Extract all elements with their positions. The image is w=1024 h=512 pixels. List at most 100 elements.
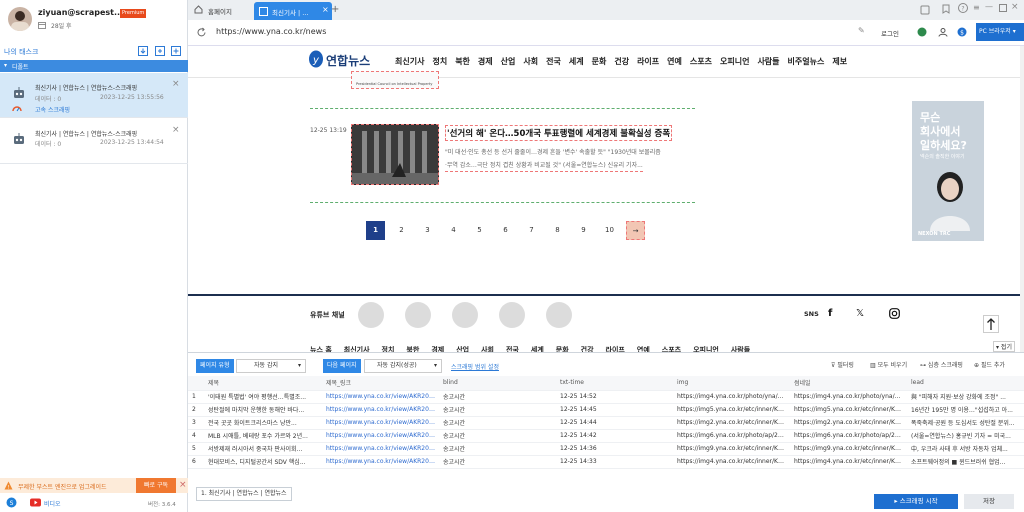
nav-item[interactable]: 사회 <box>523 56 538 67</box>
page-link[interactable]: 4 <box>444 221 463 240</box>
add-task-icon[interactable] <box>171 46 181 56</box>
page-link[interactable]: 5 <box>470 221 489 240</box>
youtube-channel-icon[interactable] <box>405 302 431 328</box>
result-tab[interactable]: 1. 최신기사 | 연합뉴스 | 연합뉴스 <box>196 487 292 501</box>
nav-item[interactable]: 세계 <box>569 56 584 67</box>
footer-nav-item[interactable]: 세계 <box>531 345 544 352</box>
yna-logo-icon[interactable]: y <box>308 50 324 68</box>
nav-item[interactable]: 문화 <box>592 56 607 67</box>
close-icon[interactable]: × <box>172 125 180 135</box>
nav-item[interactable]: 산업 <box>501 56 516 67</box>
table-row[interactable]: 3 전국 곳곳 화이트크리스마스 낭만... https://www.yna.co.… <box>188 416 1024 430</box>
nav-item[interactable]: 사람들 <box>757 56 779 67</box>
scrape-range-link[interactable]: 스크래핑 범위 설정 <box>451 362 499 371</box>
refresh-icon[interactable] <box>196 27 207 38</box>
new-tab-icon[interactable]: + <box>331 4 339 15</box>
footer-nav-item[interactable]: 북한 <box>406 345 419 352</box>
nav-item[interactable]: 최신기사 <box>395 56 424 67</box>
footer-nav-item[interactable]: 라이프 <box>606 345 625 352</box>
clear-all-button[interactable]: ▥ 모두 비우기 <box>870 360 907 369</box>
youtube-channel-icon[interactable] <box>499 302 525 328</box>
pc-browser-select[interactable]: PC 브라우저 ▾ <box>976 23 1024 41</box>
table-row[interactable]: 1 '이태원 특별법' 여야 평행선…특별조... https://www.yna.… <box>188 390 1024 404</box>
footer-nav-item[interactable]: 경제 <box>431 345 444 352</box>
nav-item[interactable]: 연예 <box>667 56 682 67</box>
window-close-icon[interactable]: × <box>1011 2 1019 12</box>
tablet-icon[interactable] <box>919 4 931 16</box>
bookmark-icon[interactable] <box>941 4 951 14</box>
footer-nav-item[interactable]: 전국 <box>506 345 519 352</box>
task-item[interactable]: 최신기사 | 연합뉴스 | 연합뉴스-스크래핑 데이터 : 0 2023-12-… <box>0 73 188 118</box>
page-link[interactable]: 3 <box>418 221 437 240</box>
column-header[interactable]: 제목_링크 <box>322 376 439 391</box>
footer-nav-item[interactable]: 연예 <box>637 345 650 352</box>
table-row[interactable]: 4 MLB 시애틀, 베테랑 포수 가르와 2년... https://www.yn… <box>188 429 1024 443</box>
page-type-select[interactable]: 자동 감지 ▾ <box>236 359 306 373</box>
avatar[interactable] <box>8 7 32 31</box>
edit-icon[interactable]: ✎ <box>858 26 865 35</box>
footer-nav-item[interactable]: 문화 <box>556 345 569 352</box>
close-icon[interactable]: × <box>172 79 180 89</box>
nav-item[interactable]: 건강 <box>614 56 629 67</box>
footer-nav-item[interactable]: 사회 <box>481 345 494 352</box>
instagram-icon[interactable] <box>889 308 900 319</box>
login-button[interactable]: 로그인 <box>881 28 899 38</box>
nav-item[interactable]: 정치 <box>432 56 447 67</box>
nav-item[interactable]: 제보 <box>832 56 847 67</box>
page-scrollbar[interactable] <box>1020 46 1024 352</box>
page-link[interactable]: 7 <box>522 221 541 240</box>
x-twitter-icon[interactable]: 𝕏 <box>856 308 864 319</box>
group-header[interactable]: ▾ 디폴트 <box>0 60 188 72</box>
task-item[interactable]: 최신기사 | 연합뉴스 | 연합뉴스-스크래핑 데이터 : 0 2023-12-… <box>0 119 188 164</box>
deep-scrape-button[interactable]: ⊶ 심층 스크래핑 <box>920 360 963 369</box>
column-header[interactable]: blind <box>439 376 556 391</box>
menu-icon[interactable]: ≡ <box>973 3 980 12</box>
video-link[interactable]: 비디오 <box>44 499 61 508</box>
close-icon[interactable]: × <box>179 480 187 490</box>
column-header[interactable]: lead <box>907 376 1024 391</box>
youtube-channel-icon[interactable] <box>452 302 478 328</box>
column-header[interactable]: txt-time <box>556 376 673 391</box>
page-link[interactable]: 2 <box>392 221 411 240</box>
subscribe-button[interactable]: 빠로 구독 <box>136 478 176 493</box>
nav-item[interactable]: 전국 <box>546 56 561 67</box>
next-page-select[interactable]: 자동 감지(성공) ▾ <box>364 359 442 373</box>
site-logo[interactable]: 연합뉴스 <box>326 52 370 69</box>
nav-item[interactable]: 오피니언 <box>720 56 749 67</box>
skype-icon[interactable]: S <box>6 497 17 508</box>
nav-item[interactable]: 경제 <box>478 56 493 67</box>
nav-item[interactable]: 북한 <box>455 56 470 67</box>
help-icon[interactable]: ? <box>958 3 968 13</box>
prev-article-image[interactable]: Presidential Council on Intellectual Pro… <box>351 71 439 89</box>
user-icon[interactable] <box>938 27 948 37</box>
tab-active[interactable]: 최신기사 | ... × <box>254 2 332 20</box>
save-button[interactable]: 저장 <box>964 494 1014 509</box>
page-link[interactable]: 1 <box>366 221 385 240</box>
tab-home[interactable]: 홈페이지 <box>194 3 256 17</box>
maximize-icon[interactable] <box>999 4 1007 12</box>
column-header[interactable]: 제목 <box>204 376 322 391</box>
page-link[interactable]: 9 <box>574 221 593 240</box>
footer-nav-item[interactable]: 건강 <box>581 345 594 352</box>
new-folder-icon[interactable] <box>155 46 165 56</box>
url-input[interactable]: https://www.yna.co.kr/news <box>216 27 326 36</box>
collapse-button[interactable]: ▾ 접기 <box>993 341 1015 352</box>
table-row[interactable]: 5 서방제재 러시아서 중국차 판사이회... https://www.yna.co… <box>188 442 1024 456</box>
upgrade-banner[interactable]: ! 무제한 부스트 엔진으로 업그레이드 빠로 구독 × <box>0 478 188 493</box>
filter-button[interactable]: ⊽ 필터링 <box>831 360 854 369</box>
download-icon[interactable] <box>138 46 148 56</box>
nav-item[interactable]: 비주얼뉴스 <box>788 56 825 67</box>
scroll-top-icon[interactable] <box>983 315 999 333</box>
start-scrape-button[interactable]: ▸ 스크래핑 시작 <box>874 494 958 509</box>
footer-nav-item[interactable]: 스포츠 <box>662 345 681 352</box>
youtube-icon[interactable] <box>30 497 41 508</box>
footer-nav-item[interactable]: 오피니언 <box>693 345 719 352</box>
column-header[interactable]: 썸네일 <box>790 376 907 391</box>
footer-nav-item[interactable]: 뉴스 홈 <box>310 345 332 352</box>
table-row[interactable]: 2 성탄절에 마치막 운행한 동해안 바다... https://www.yna.c… <box>188 403 1024 417</box>
page-link[interactable]: 8 <box>548 221 567 240</box>
footer-nav-item[interactable]: 산업 <box>456 345 469 352</box>
footer-nav-item[interactable]: 사람들 <box>731 345 750 352</box>
close-icon[interactable]: × <box>322 5 329 14</box>
minimize-icon[interactable]: — <box>985 2 993 11</box>
